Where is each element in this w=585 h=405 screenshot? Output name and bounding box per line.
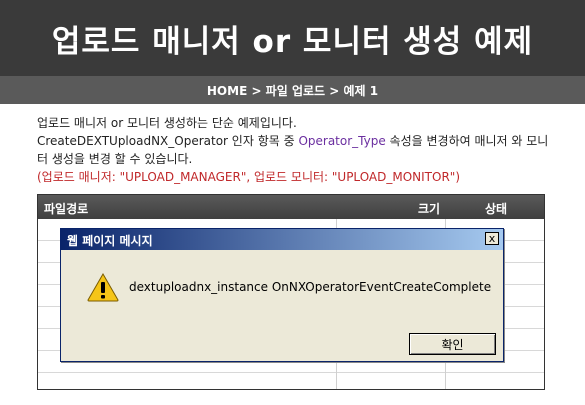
column-header-status: 상태 xyxy=(485,202,508,216)
dialog-message: dextuploadnx_instance OnNXOperatorEventC… xyxy=(129,280,492,294)
description-line-4: (업로드 매니저: "UPLOAD_MANAGER", 업로드 모니터: "UP… xyxy=(37,170,461,184)
dialog-titlebar: 웹 페이지 메시지 x xyxy=(61,229,503,250)
table-header: 파일경로 크기 상태 xyxy=(38,195,544,219)
close-icon: x xyxy=(488,232,496,245)
breadcrumb-text: HOME > 파일 업로드 > 예제 1 xyxy=(206,83,379,98)
description-line-2-suffix: 속성을 변경하여 매니저 와 모니 xyxy=(385,134,549,148)
warning-icon xyxy=(87,272,119,306)
description-line-1: 업로드 매니저 or 모니터 생성하는 단순 예제입니다. xyxy=(37,116,297,130)
description-line-2: CreateDEXTUploadNX_Operator 인자 항목 중 Oper… xyxy=(37,132,557,150)
breadcrumb: HOME > 파일 업로드 > 예제 1 xyxy=(0,76,585,104)
description: 업로드 매니저 or 모니터 생성하는 단순 예제입니다. CreateDEXT… xyxy=(37,114,557,186)
ok-button[interactable]: 확인 xyxy=(409,333,496,355)
table-row xyxy=(38,373,544,389)
operator-type-highlight: Operator_Type xyxy=(298,134,386,148)
column-header-path: 파일경로 xyxy=(44,202,89,216)
ok-button-label: 확인 xyxy=(441,337,464,352)
dialog-title: 웹 페이지 메시지 xyxy=(67,234,153,248)
message-dialog: 웹 페이지 메시지 x dextuploadnx_instance OnNXOp… xyxy=(60,228,504,362)
description-line-3: 터 생성을 변경 할 수 있습니다. xyxy=(37,152,193,166)
page-title: 업로드 매니저 or 모니터 생성 예제 xyxy=(51,23,534,60)
close-button[interactable]: x xyxy=(485,232,499,245)
page-header: 업로드 매니저 or 모니터 생성 예제 xyxy=(0,0,585,76)
description-line-2-prefix: CreateDEXTUploadNX_Operator 인자 항목 중 xyxy=(37,134,299,148)
column-header-size: 크기 xyxy=(418,202,441,216)
